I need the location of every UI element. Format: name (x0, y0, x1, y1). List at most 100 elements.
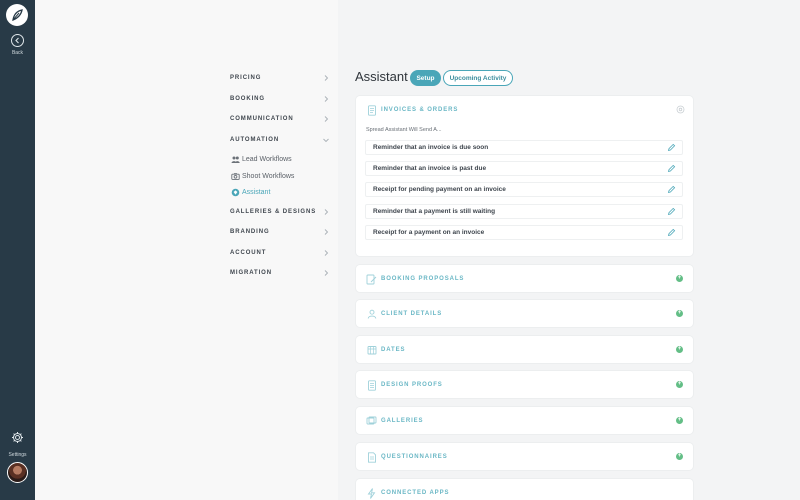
plus-icon[interactable]: + (676, 417, 683, 424)
nav-item-pricing[interactable]: PRICING (230, 71, 330, 85)
main-content: Assistant Setup Upcoming Activity INVOIC… (338, 0, 800, 500)
row-label: Receipt for a payment on an invoice (373, 229, 485, 236)
nav-item-automation[interactable]: AUTOMATION (230, 133, 330, 147)
pencil-icon[interactable] (667, 143, 676, 152)
calendar-icon (366, 345, 377, 356)
card-header[interactable]: CONNECTED APPS (366, 479, 449, 500)
gear-icon[interactable] (676, 105, 685, 114)
nav-item-label: PRICING (230, 75, 262, 81)
card-header[interactable]: CLIENT DETAILS (366, 300, 442, 328)
list-item[interactable]: Receipt for a payment on an invoice (365, 225, 683, 240)
nav-item-communication[interactable]: COMMUNICATION (230, 112, 330, 126)
list-item[interactable]: Reminder that an invoice is past due (365, 161, 683, 176)
settings-label: Settings (8, 452, 27, 458)
nav-item-label: ACCOUNT (230, 250, 267, 256)
chevron-right-icon (324, 116, 329, 122)
card-title: GALLERIES (381, 418, 424, 424)
card-header[interactable]: DESIGN PROOFS (366, 371, 443, 399)
nav-item-galleries-designs[interactable]: GALLERIES & DESIGNS (230, 205, 330, 219)
subnav-assistant[interactable]: Assistant (230, 186, 270, 198)
nav-item-label: AUTOMATION (230, 137, 280, 143)
connected-apps-card[interactable]: CONNECTED APPS (356, 479, 693, 500)
invoice-icon (366, 104, 377, 116)
pencil-icon[interactable] (667, 207, 676, 216)
chevron-right-icon (324, 75, 329, 81)
avatar[interactable] (7, 462, 28, 483)
questionnaires-card[interactable]: QUESTIONNAIRES + (356, 443, 693, 470)
gear-icon (12, 432, 23, 443)
camera-icon (230, 171, 240, 181)
plus-icon[interactable]: + (676, 310, 683, 317)
subnav-shoot-workflows[interactable]: Shoot Workflows (230, 170, 294, 182)
nav-item-migration[interactable]: MIGRATION (230, 266, 330, 280)
card-intro: Spread Assistant Will Send A... (366, 127, 442, 133)
plus-icon[interactable]: + (676, 275, 683, 282)
card-title: CLIENT DETAILS (381, 311, 443, 317)
gallery-icon (366, 416, 377, 427)
nav-item-label: COMMUNICATION (230, 116, 294, 122)
nav-item-booking[interactable]: BOOKING (230, 92, 330, 106)
lightning-icon (366, 487, 377, 499)
row-label: Reminder that an invoice is due soon (373, 144, 489, 151)
pencil-icon[interactable] (667, 228, 676, 237)
page-title: Assistant (355, 69, 408, 84)
chevron-left-icon (15, 37, 19, 44)
chevron-right-icon (324, 229, 329, 235)
client-details-card[interactable]: CLIENT DETAILS + (356, 300, 693, 327)
plus-icon[interactable]: + (676, 346, 683, 353)
gem-icon (230, 187, 240, 197)
settings-button[interactable]: Settings (0, 431, 35, 458)
dates-card[interactable]: DATES + (356, 336, 693, 363)
plus-icon[interactable]: + (676, 453, 683, 460)
card-title: DESIGN PROOFS (381, 382, 443, 388)
chevron-right-icon (324, 270, 329, 276)
leaf-icon (12, 9, 23, 22)
chevron-right-icon (324, 209, 329, 215)
nav-item-label: MIGRATION (230, 270, 272, 276)
chevron-right-icon (324, 250, 329, 256)
nav-item-label: BRANDING (230, 229, 270, 235)
logo[interactable] (6, 4, 28, 26)
people-icon (230, 154, 240, 164)
pencil-icon[interactable] (667, 185, 676, 194)
card-header[interactable]: DATES (366, 336, 405, 364)
back-button[interactable]: Back (0, 34, 35, 56)
row-label: Reminder that a payment is still waiting (373, 208, 496, 215)
nav-item-account[interactable]: ACCOUNT (230, 246, 330, 260)
settings-subnav: PRICING BOOKING COMMUNICATION AUTOMATION… (35, 0, 338, 500)
nav-item-label: GALLERIES & DESIGNS (230, 209, 317, 215)
card-header[interactable]: GALLERIES (366, 407, 423, 435)
tab-setup[interactable]: Setup (410, 70, 441, 86)
design-proofs-card[interactable]: DESIGN PROOFS + (356, 371, 693, 398)
chevron-right-icon (324, 96, 329, 102)
tab-upcoming-activity[interactable]: Upcoming Activity (443, 70, 513, 86)
subnav-label: Shoot Workflows (242, 172, 295, 180)
card-title: INVOICES & ORDERS (381, 107, 459, 113)
booking-proposals-card[interactable]: BOOKING PROPOSALS + (356, 265, 693, 292)
back-label: Back (11, 50, 24, 56)
chevron-down-icon (323, 138, 329, 143)
nav-item-branding[interactable]: BRANDING (230, 225, 330, 239)
list-item[interactable]: Reminder that a payment is still waiting (365, 204, 683, 219)
subnav-label: Assistant (242, 188, 271, 196)
invoices-orders-card: INVOICES & ORDERS Spread Assistant Will … (356, 96, 693, 256)
pencil-icon[interactable] (667, 164, 676, 173)
document-icon (366, 379, 377, 391)
card-title: CONNECTED APPS (381, 490, 450, 496)
questionnaire-icon (366, 451, 377, 463)
plus-icon[interactable]: + (676, 381, 683, 388)
card-title: BOOKING PROPOSALS (381, 276, 465, 282)
subnav-lead-workflows[interactable]: Lead Workflows (230, 153, 292, 165)
row-label: Reminder that an invoice is past due (373, 165, 487, 172)
list-item[interactable]: Reminder that an invoice is due soon (365, 140, 683, 155)
proposal-icon (366, 274, 377, 285)
row-label: Receipt for pending payment on an invoic… (373, 186, 506, 193)
card-header[interactable]: QUESTIONNAIRES (366, 443, 448, 471)
user-icon (366, 309, 377, 320)
subnav-label: Lead Workflows (242, 155, 292, 163)
left-rail: Back Settings (0, 0, 35, 500)
card-header[interactable]: INVOICES & ORDERS (366, 96, 458, 124)
card-header[interactable]: BOOKING PROPOSALS (366, 265, 464, 293)
galleries-card[interactable]: GALLERIES + (356, 407, 693, 434)
list-item[interactable]: Receipt for pending payment on an invoic… (365, 182, 683, 197)
